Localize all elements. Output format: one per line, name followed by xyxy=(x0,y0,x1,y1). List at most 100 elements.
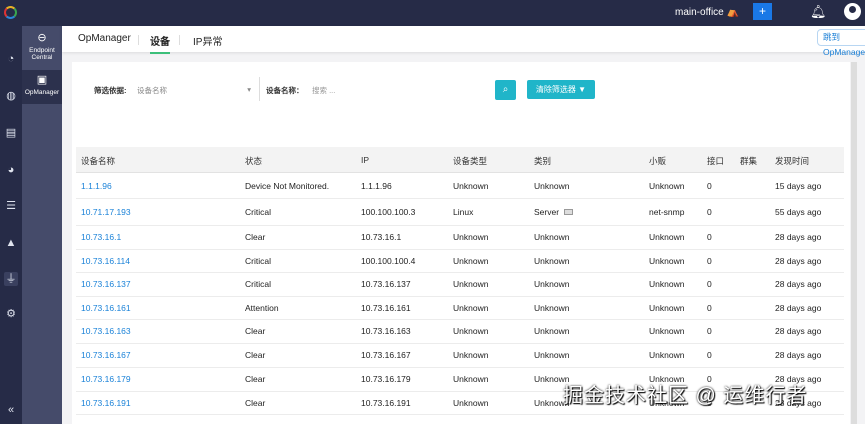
cell-text: Unknown xyxy=(649,255,685,266)
col-device-name-cell[interactable]: 10.73.16.114 xyxy=(81,256,130,266)
col-device-type-cell: Unknown xyxy=(453,398,488,408)
filter-by-select[interactable]: 设备名称 ▾ xyxy=(137,85,255,96)
col-discovered-cell: 55 days ago xyxy=(775,207,821,217)
col-device-type-cell: Unknown xyxy=(453,326,488,336)
cell-text: 10.73.16.137 xyxy=(81,279,131,289)
cell-text: Critical xyxy=(245,206,271,217)
col-ip-header[interactable]: IP xyxy=(361,155,369,165)
table-row[interactable]: 10.73.16.167 Clear 10.73.16.167 Unknown Unkn… xyxy=(76,344,844,368)
collapse-chevrons-icon[interactable]: « xyxy=(4,403,18,417)
col-device-type-header[interactable]: 设备类型 xyxy=(453,155,487,167)
integration-plug-icon[interactable]: ⏚ xyxy=(4,272,18,286)
dashboard-icon[interactable]: ◔ xyxy=(4,52,18,66)
cell-text: Unknown xyxy=(453,180,489,191)
col-category-header[interactable]: 类别 xyxy=(534,155,551,167)
jump-label: 跳到 OpManager xyxy=(823,32,865,57)
alarm-bell-icon[interactable]: ▲ xyxy=(4,236,18,250)
col-ip-cell: 10.73.16.163 xyxy=(361,326,411,336)
col-device-name-cell[interactable]: 10.71.17.193 xyxy=(81,207,131,217)
col-status-cell: Clear xyxy=(245,350,265,360)
table-row[interactable]: 10.73.16.161 Attention 10.73.16.161 Unknown… xyxy=(76,297,844,320)
col-device-type-cell: Unknown xyxy=(453,279,488,289)
col-device-name-cell[interactable]: 10.73.16.163 xyxy=(81,326,131,336)
col-device-name-cell[interactable]: 10.73.16.191 xyxy=(81,398,131,408)
cell-text: 15 days ago xyxy=(775,180,822,191)
col-vendor-header[interactable]: 小贩 xyxy=(649,155,666,167)
col-device-name-cell[interactable]: 1.1.1.96 xyxy=(81,181,112,191)
table-row[interactable]: 10.73.16.1 Clear 10.73.16.1 Unknown Unknown U… xyxy=(76,226,844,250)
col-discovered-cell: 28 days ago xyxy=(775,303,821,313)
cell-text: net-snmp xyxy=(649,206,685,217)
scrollbar[interactable] xyxy=(851,62,857,424)
col-interfaces-cell: 0 xyxy=(707,279,712,289)
inventory-icon[interactable]: ▤ xyxy=(4,126,18,140)
col-status-header[interactable]: 状态 xyxy=(245,155,262,167)
cell-text: Unknown xyxy=(649,180,685,191)
table-row[interactable]: 10.71.17.193 Critical 100.100.100.3 Linux Se… xyxy=(76,199,844,226)
cell-text: Unknown xyxy=(453,232,489,242)
product-sidebar: ⊖ Endpoint Central ▣ OpManager xyxy=(22,26,62,424)
col-discovered-header[interactable]: 发现时间 xyxy=(775,155,809,167)
col-category-cell: Unknown xyxy=(534,256,569,266)
cell-text: Critical xyxy=(245,255,271,266)
chevron-down-icon: ▾ xyxy=(247,85,251,94)
tab-devices[interactable]: 设备 xyxy=(150,33,170,54)
cell-text: Unknown xyxy=(453,397,489,408)
cell-text: 10.73.16.161 xyxy=(361,302,411,313)
globe-icon[interactable]: ◍ xyxy=(4,89,18,103)
col-device-name-cell[interactable]: 10.73.16.167 xyxy=(81,350,131,360)
cell-text: 28 days ago xyxy=(775,255,822,266)
col-device-name-cell[interactable]: 10.73.16.1 xyxy=(81,232,121,242)
sidebar-item-label: Endpoint Central xyxy=(29,46,55,62)
jump-to-opmanager-button[interactable]: 跳到 OpManager ↗ xyxy=(817,29,865,72)
col-device-name-header[interactable]: 设备名称 xyxy=(81,155,115,167)
cell-text: Device Not Monitored. xyxy=(245,180,330,191)
settings-gear-icon[interactable]: ⚙ xyxy=(4,307,18,321)
col-cluster-header[interactable]: 群集 xyxy=(740,155,757,167)
col-device-type-cell: Linux xyxy=(453,207,473,217)
cell-text: 10.73.16.179 xyxy=(361,374,411,384)
app-logo-icon[interactable] xyxy=(4,6,17,19)
cell-text: 10.73.16.1 xyxy=(81,232,122,242)
table-row[interactable]: 10.73.16.137 Critical 10.73.16.137 Unknown U… xyxy=(76,273,844,297)
col-interfaces-header[interactable]: 接口 xyxy=(707,155,724,167)
cell-text: Unknown xyxy=(534,255,570,266)
sidebar-item-endpoint-central[interactable]: ⊖ Endpoint Central xyxy=(22,32,62,68)
cell-text: 1.1.1.96 xyxy=(81,180,112,191)
clear-filter-button[interactable]: 清除筛选器 ▼ xyxy=(527,80,595,99)
search-button[interactable]: ⌕ xyxy=(495,80,516,100)
col-interfaces-cell: 0 xyxy=(707,350,712,360)
cell-text: 10.73.16.163 xyxy=(361,326,411,336)
table-row[interactable]: 10.73.16.114 Critical 100.100.100.4 Unknown… xyxy=(76,250,844,273)
col-device-name-cell[interactable]: 10.73.16.161 xyxy=(81,303,131,313)
table-row[interactable]: 10.73.16.163 Clear 10.73.16.163 Unknown Unkn… xyxy=(76,320,844,344)
cell-text: 0 xyxy=(707,350,712,360)
cell-text: 0 xyxy=(707,302,712,313)
bell-icon[interactable]: 🔔︎ xyxy=(810,4,827,20)
tab-ip-anomaly[interactable]: IP异常 xyxy=(193,33,222,48)
cell-text: Clear xyxy=(245,326,266,336)
table-row[interactable]: 1.1.1.96 Device Not Monitored. 1.1.1.96 Unk… xyxy=(76,174,844,199)
col-ip-cell: 1.1.1.96 xyxy=(361,181,392,191)
col-vendor-cell: Unknown xyxy=(649,326,684,336)
col-device-name-cell[interactable]: 10.73.16.137 xyxy=(81,279,131,289)
cell-text: Unknown xyxy=(453,350,489,360)
cell-text: 55 days ago xyxy=(775,206,822,217)
col-device-type-cell: Unknown xyxy=(453,181,488,191)
cell-text: 28 days ago xyxy=(775,302,822,313)
tab-opmanager[interactable]: OpManager xyxy=(78,33,131,44)
cell-text: 100.100.100.3 xyxy=(361,206,416,217)
sidebar-item-opmanager[interactable]: ▣ OpManager xyxy=(22,70,62,104)
cell-text: 10.73.16.167 xyxy=(81,350,131,360)
cell-text: Attention xyxy=(245,302,279,313)
user-avatar-icon[interactable] xyxy=(844,3,861,20)
office-selector[interactable]: main-office ⛺ xyxy=(675,7,739,18)
clear-filter-label: 清除筛选器 xyxy=(535,85,576,94)
search-input[interactable]: 搜索 ... xyxy=(312,85,482,96)
reports-pie-icon[interactable]: ◕ xyxy=(4,163,18,177)
add-button[interactable]: + xyxy=(753,3,772,20)
cell-text: Unknown xyxy=(534,279,570,289)
security-list-icon[interactable]: ☰ xyxy=(4,199,18,213)
col-device-name-cell[interactable]: 10.73.16.179 xyxy=(81,374,131,384)
col-category-cell: Unknown xyxy=(534,181,569,191)
